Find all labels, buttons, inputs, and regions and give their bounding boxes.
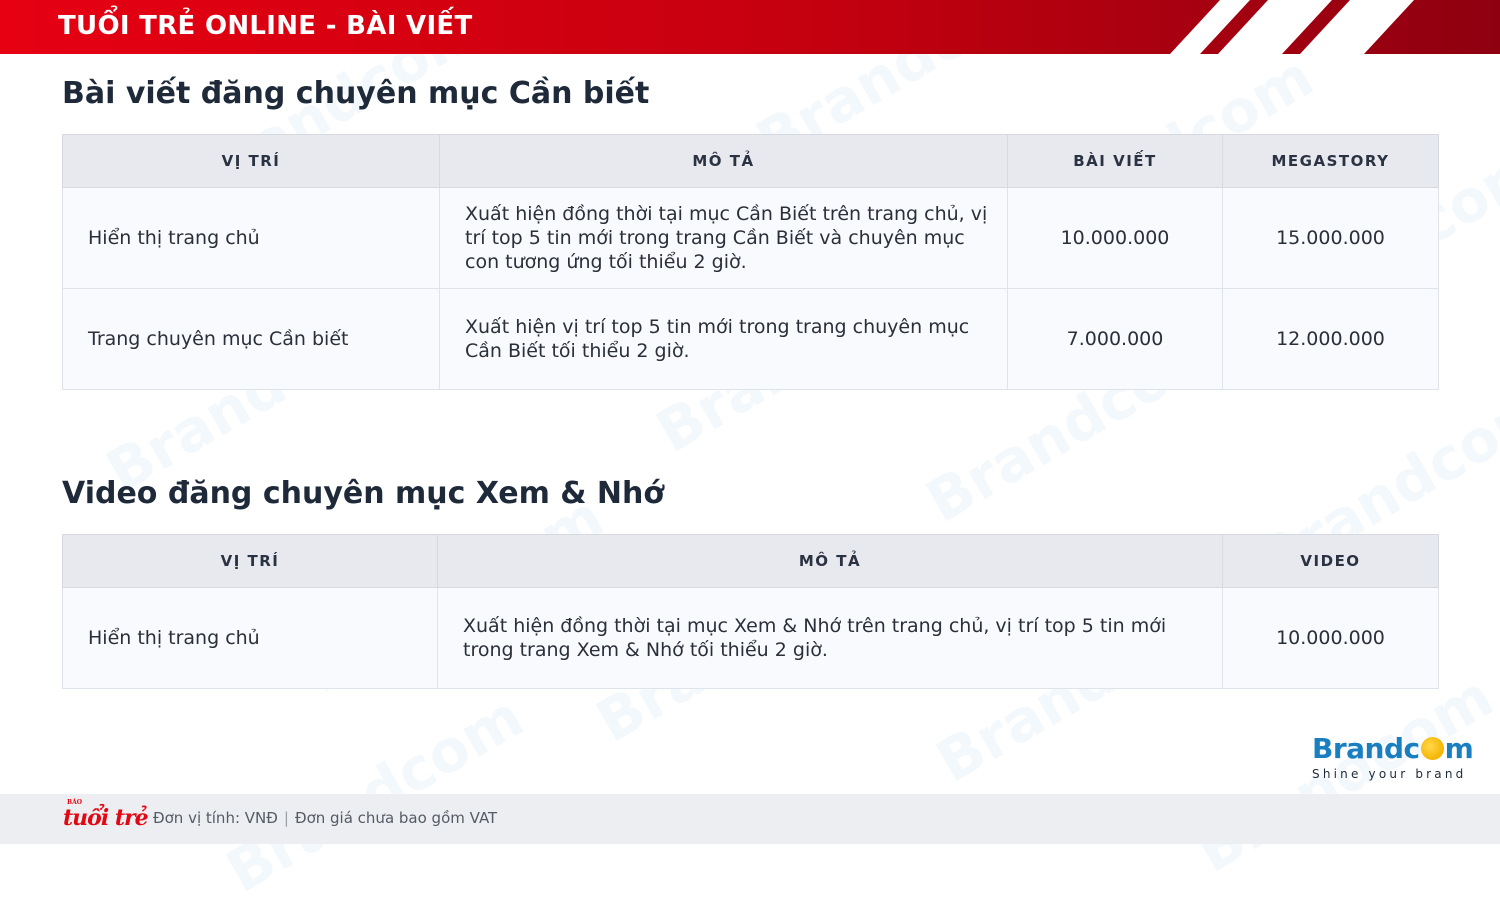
column-header-position: VỊ TRÍ [62,134,440,188]
column-header-position: VỊ TRÍ [62,534,438,588]
sun-icon [1420,737,1444,760]
description-cell: Xuất hiện đồng thời tại mục Cần Biết trê… [439,187,1008,289]
tuoitre-logo-small: BÁO [67,799,82,806]
vat-note: Đơn giá chưa bao gồm VAT [294,809,498,827]
brandcom-slogan: Shine your brand [1312,767,1467,781]
header-stripes-decoration [1170,0,1414,54]
brandcom-wordmark-part2: m [1444,732,1474,765]
column-header-article: BÀI VIẾT [1007,134,1223,188]
footer-note: Đơn vị tính: VNĐ | Đơn giá chưa bao gồm VA… [153,809,497,827]
section-title-videos: Video đăng chuyên mục Xem & Nhớ [62,476,664,511]
table-row: Hiển thị trang chủ Xuất hiện đồng thời t… [62,187,1439,289]
brandcom-logo: Brandc m Shine your brand [1312,733,1482,785]
table-header-row: VỊ TRÍ MÔ TẢ BÀI VIẾT MEGASTORY [62,134,1439,188]
header-title: TUỔI TRẺ ONLINE - BÀI VIẾT [58,11,473,41]
position-cell: Hiển thị trang chủ [62,587,438,689]
description-cell: Xuất hiện đồng thời tại mục Xem & Nhớ tr… [437,587,1223,689]
tuoitre-logo: BÁO tuổi trẻ [63,799,149,831]
table-row: Trang chuyên mục Cần biết Xuất hiện vị t… [62,288,1439,390]
megastory-price-cell: 15.000.000 [1222,187,1439,289]
megastory-price-cell: 12.000.000 [1222,288,1439,390]
article-price-cell: 7.000.000 [1007,288,1223,390]
header-bar: TUỔI TRẺ ONLINE - BÀI VIẾT [0,0,1500,54]
footer-bar: BÁO tuổi trẻ Đơn vị tính: VNĐ | Đơn giá ch… [0,794,1500,844]
description-cell: Xuất hiện vị trí top 5 tin mới trong tra… [439,288,1008,390]
article-price-cell: 10.000.000 [1007,187,1223,289]
column-header-description: MÔ TẢ [437,534,1223,588]
brandcom-wordmark-part1: Brandc [1312,732,1420,765]
footer-separator: | [283,809,289,827]
position-cell: Hiển thị trang chủ [62,187,440,289]
unit-note: Đơn vị tính: VNĐ [153,809,278,827]
videos-price-table: VỊ TRÍ MÔ TẢ VIDEO Hiển thị trang chủ Xu… [62,534,1439,689]
section-title-articles: Bài viết đăng chuyên mục Cần biết [62,76,650,111]
brandcom-wordmark: Brandc m [1312,733,1482,765]
articles-price-table: VỊ TRÍ MÔ TẢ BÀI VIẾT MEGASTORY Hiển thị… [62,134,1439,390]
column-header-megastory: MEGASTORY [1222,134,1439,188]
position-cell: Trang chuyên mục Cần biết [62,288,440,390]
column-header-video: VIDEO [1222,534,1439,588]
table-row: Hiển thị trang chủ Xuất hiện đồng thời t… [62,587,1439,689]
table-header-row: VỊ TRÍ MÔ TẢ VIDEO [62,534,1439,588]
tuoitre-logo-text: tuổi trẻ [63,805,149,831]
video-price-cell: 10.000.000 [1222,587,1439,689]
column-header-description: MÔ TẢ [439,134,1008,188]
